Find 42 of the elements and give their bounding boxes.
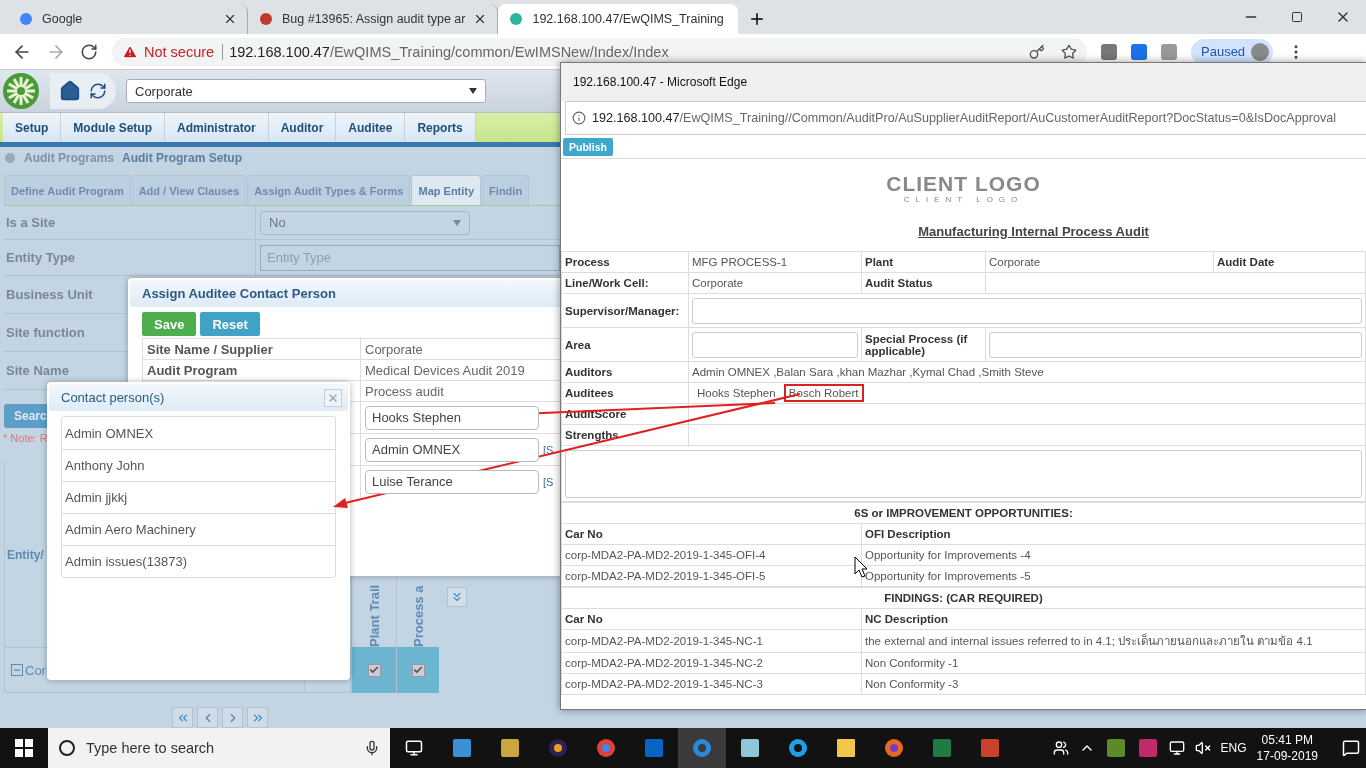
note-text: * Note: R	[3, 432, 48, 444]
url-text: 192.168.100.47/EwQIMS_Training//Common/AuditPro/AuSupplierAuditReport/AuCustomerAuditReport?DocStatus=0&IsDocApproval	[592, 111, 1336, 125]
table-cell: Audit Date	[1213, 251, 1366, 273]
report-title: Manufacturing Internal Process Audit	[918, 224, 1149, 239]
security-label: Not secure	[144, 43, 224, 60]
window-title: 192.168.100.47 - Microsoft Edge	[561, 63, 1366, 101]
table-cell: corp-MDA2-PA-MD2-2019-1-345-NC-1	[561, 629, 862, 653]
section-heading: 6S or IMPROVEMENT OPPORTUNITIES:	[561, 502, 1366, 524]
table-cell: Corporate	[985, 251, 1214, 273]
field-label: Site Name / Supplier	[142, 338, 360, 359]
table-cell: Auditors	[561, 361, 689, 383]
table-cell: Plant	[861, 251, 986, 273]
table-cell: Admin OMNEX ,Balan Sara ,khan Mazhar ,Kymal Chad ,Smith Steve	[688, 361, 1366, 383]
table-cell: Corporate	[688, 272, 862, 294]
table-cell: Non Conformity -1	[861, 652, 1366, 674]
dialog-title: Contact person(s)	[61, 390, 165, 405]
client-logo: CLIENT LOGO CLIENT LOGO	[885, 173, 1042, 204]
column-header: Car No	[561, 608, 862, 630]
column-header: Car No	[561, 523, 862, 545]
section-heading: FINDINGS: (CAR REQUIRED)	[561, 587, 1366, 609]
column-header: NC Description	[861, 608, 1366, 630]
column-header: OFI Description	[861, 523, 1366, 545]
table-cell: MFG PROCESS-1	[688, 251, 862, 273]
table-cell: Process	[561, 251, 689, 273]
url-text: 192.168.100.47/EwQIMS_Training/common/EwIMSNew/Index/Index	[229, 43, 669, 60]
table-cell: Auditees	[561, 382, 689, 404]
table-cell: the external and internal issues referred to in 4.1; ประเด็นภายนอกและภายใน ตามข้อ 4.1	[861, 629, 1366, 653]
table-cell: Special Process (if applicable)	[861, 327, 986, 362]
field-label: Entity Type	[4, 240, 256, 275]
field-label: Is a Site	[4, 206, 256, 239]
table-cell: AuditScore	[561, 403, 689, 425]
auditee-name: Hooks Stephen	[696, 386, 777, 401]
table-cell: Line/Work Cell:	[561, 272, 689, 294]
field-label: Audit Program	[142, 359, 360, 380]
table-cell: corp-MDA2-PA-MD2-2019-1-345-NC-2	[561, 652, 862, 674]
table-cell: Audit Status	[861, 272, 986, 294]
table-cell: Supervisor/Manager:	[561, 293, 689, 328]
table-cell: corp-MDA2-PA-MD2-2019-1-345-NC-3	[561, 673, 862, 695]
table-cell: Opportunity for Improvements -4	[861, 544, 1366, 566]
table-cell: Strengths	[561, 424, 689, 446]
table-cell: Non Conformity -3	[861, 673, 1366, 695]
entity-label: Entity/	[7, 547, 44, 562]
